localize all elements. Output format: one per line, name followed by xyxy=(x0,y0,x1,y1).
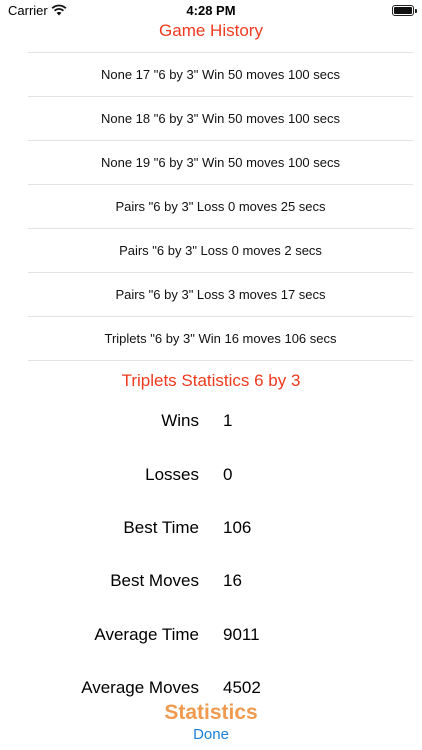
history-row[interactable]: Pairs "6 by 3" Loss 3 moves 17 secs xyxy=(28,273,413,317)
stat-label: Best Time xyxy=(123,518,199,537)
page-title: Game History xyxy=(159,21,263,40)
stat-row-wins: Wins 1 xyxy=(0,411,422,435)
stat-row-average-moves: Average Moves 4502 xyxy=(0,678,422,702)
stat-value: 4502 xyxy=(223,678,261,697)
stat-row-best-moves: Best Moves 16 xyxy=(0,571,422,595)
stat-label: Best Moves xyxy=(110,571,199,590)
stat-value: 16 xyxy=(223,571,242,590)
status-bar: Carrier 4:28 PM xyxy=(0,0,422,22)
stat-label: Average Moves xyxy=(81,678,199,697)
stat-label: Losses xyxy=(145,465,199,484)
stat-label: Average Time xyxy=(94,625,199,644)
stat-row-best-time: Best Time 106 xyxy=(0,518,422,542)
stat-row-losses: Losses 0 xyxy=(0,465,422,489)
history-row[interactable]: None 18 "6 by 3" Win 50 moves 100 secs xyxy=(28,97,413,141)
history-row[interactable]: None 17 "6 by 3" Win 50 moves 100 secs xyxy=(28,53,413,97)
clock-time: 4:28 PM xyxy=(186,3,236,18)
history-row[interactable]: Pairs "6 by 3" Loss 0 moves 25 secs xyxy=(28,185,413,229)
stat-label: Wins xyxy=(161,411,199,430)
stat-row-average-time: Average Time 9011 xyxy=(0,625,422,649)
history-row[interactable]: Triplets "6 by 3" Win 16 moves 106 secs xyxy=(28,317,413,361)
history-row[interactable]: None 19 "6 by 3" Win 50 moves 100 secs xyxy=(28,141,413,185)
stat-value: 1 xyxy=(223,411,233,430)
stat-value: 0 xyxy=(223,465,233,484)
stat-value: 106 xyxy=(223,518,252,537)
statistics-footer-title: Statistics xyxy=(164,701,258,724)
history-row[interactable]: Pairs "6 by 3" Loss 0 moves 2 secs xyxy=(28,229,413,273)
battery-icon xyxy=(392,5,417,16)
statistics-title: Triplets Statistics 6 by 3 xyxy=(121,371,301,390)
done-button[interactable]: Done xyxy=(0,726,422,743)
stat-value: 9011 xyxy=(223,625,260,644)
game-history-list: None 17 "6 by 3" Win 50 moves 100 secs N… xyxy=(28,52,413,361)
